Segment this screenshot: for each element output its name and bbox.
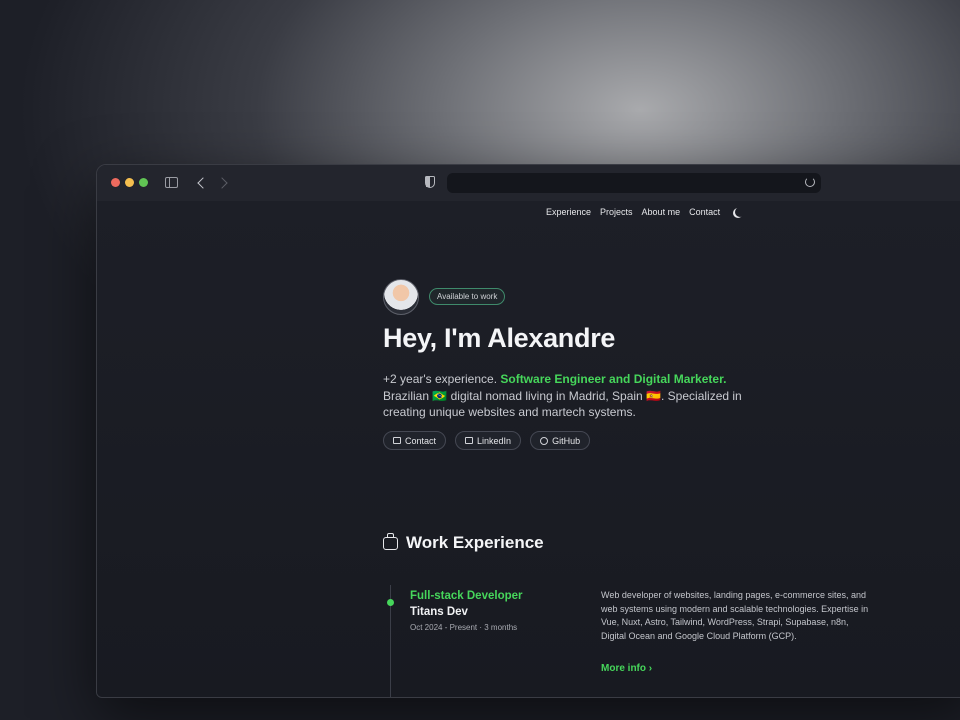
- linkedin-button[interactable]: LinkedIn: [455, 431, 522, 450]
- forward-icon[interactable]: [217, 175, 231, 191]
- sidebar-toggle-icon[interactable]: [165, 177, 178, 188]
- nav-experience[interactable]: Experience: [546, 207, 591, 217]
- avatar: [383, 279, 419, 315]
- nav-contact[interactable]: Contact: [689, 207, 720, 217]
- github-button[interactable]: GitHub: [530, 431, 591, 450]
- github-icon: [540, 436, 549, 445]
- reload-icon[interactable]: [805, 177, 815, 187]
- job-description: Web developer of websites, landing pages…: [601, 590, 869, 641]
- linkedin-icon: [465, 437, 474, 444]
- nav-about[interactable]: About me: [642, 207, 681, 217]
- mail-icon: [393, 437, 401, 444]
- desc-suffix: Brazilian 🇧🇷 digital nomad living in Mad…: [383, 388, 742, 420]
- address-bar[interactable]: [447, 173, 821, 193]
- github-label: GitHub: [552, 435, 581, 446]
- job-dates: Oct 2024 - Present · 3 months: [410, 623, 518, 632]
- timeline-dot: [387, 599, 394, 606]
- browser-window: Experience Projects About me Contact Ava…: [96, 164, 960, 698]
- page-title: Hey, I'm Alexandre: [383, 323, 616, 353]
- more-info-link[interactable]: More info ›: [601, 663, 652, 674]
- back-icon[interactable]: [195, 175, 209, 191]
- status-badge: Available to work: [429, 288, 506, 305]
- experience-heading: Work Experience: [383, 532, 544, 553]
- job-role: Full-stack Developer: [410, 590, 523, 602]
- job-company: Titans Dev: [410, 606, 468, 618]
- top-nav: Experience Projects About me Contact: [546, 207, 743, 217]
- browser-toolbar: [97, 165, 960, 201]
- shield-icon[interactable]: [425, 176, 435, 188]
- hero-description: +2 year's experience. Software Engineer …: [383, 371, 773, 421]
- contact-label: Contact: [405, 435, 437, 446]
- contact-button[interactable]: Contact: [383, 431, 447, 450]
- moon-icon[interactable]: [735, 207, 745, 217]
- desc-prefix: +2 year's experience.: [383, 372, 501, 386]
- linkedin-label: LinkedIn: [477, 435, 512, 446]
- close-window-button[interactable]: [111, 178, 120, 187]
- minimize-window-button[interactable]: [125, 178, 134, 187]
- experience-title: Work Experience: [406, 533, 544, 552]
- desc-highlight: Software Engineer and Digital Marketer.: [500, 372, 727, 386]
- maximize-window-button[interactable]: [139, 178, 148, 187]
- social-links: Contact LinkedIn GitHub: [383, 431, 591, 450]
- briefcase-icon: [383, 532, 398, 550]
- page-content: Experience Projects About me Contact Ava…: [97, 201, 960, 697]
- nav-projects[interactable]: Projects: [600, 207, 633, 217]
